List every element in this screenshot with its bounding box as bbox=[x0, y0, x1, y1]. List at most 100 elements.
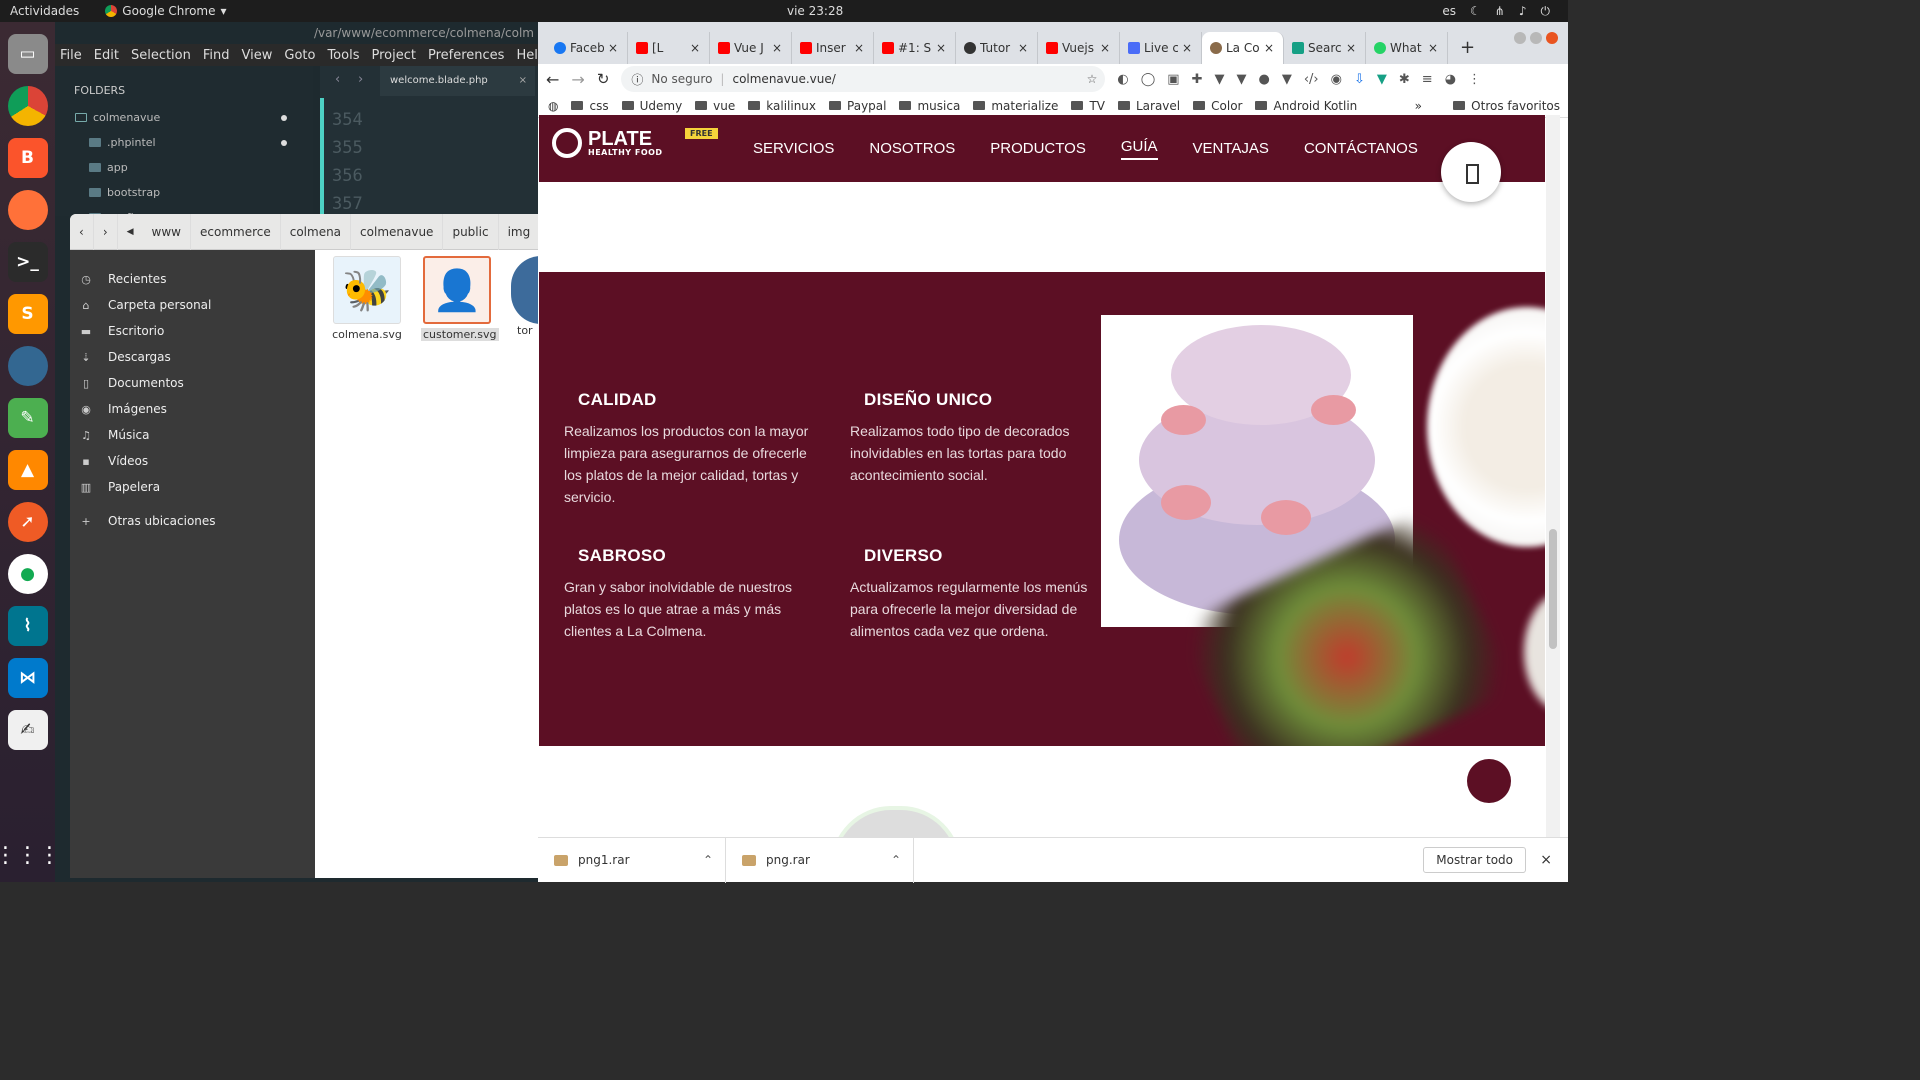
tree-item[interactable]: app bbox=[55, 155, 313, 180]
app-menu[interactable]: Google Chrome ▾ bbox=[105, 4, 227, 18]
nav-ventajas[interactable]: VENTAJAS bbox=[1193, 140, 1269, 157]
nav-contactanos[interactable]: CONTÁCTANOS bbox=[1304, 140, 1418, 157]
place-home[interactable]: ⌂ Carpeta personal bbox=[70, 292, 315, 318]
editor-tab[interactable]: welcome.blade.php × bbox=[380, 66, 535, 96]
breadcrumb-www[interactable]: www bbox=[143, 214, 191, 250]
show-apps-icon[interactable]: ⋮⋮⋮ bbox=[0, 843, 61, 868]
menu-view[interactable]: View bbox=[242, 48, 273, 63]
back-button[interactable]: ‹ bbox=[70, 214, 94, 250]
maximize-button[interactable] bbox=[1530, 32, 1542, 44]
bookmark-folder[interactable]: kalilinux bbox=[748, 99, 816, 113]
file-item[interactable]: tor bbox=[511, 256, 538, 337]
vue-devtools-icon[interactable]: ▼ bbox=[1237, 72, 1247, 87]
file-item[interactable]: 🐝 colmena.svg bbox=[331, 256, 403, 341]
breadcrumb-img[interactable]: img bbox=[499, 214, 538, 250]
kebab-menu-icon[interactable]: ⋮ bbox=[1468, 72, 1481, 87]
browser-tab[interactable]: Tutor × bbox=[956, 32, 1038, 64]
bookmarks-overflow-button[interactable]: » bbox=[1415, 99, 1422, 113]
place-videos[interactable]: ▪ Vídeos bbox=[70, 448, 315, 474]
bookmark-star-icon[interactable]: ☆ bbox=[1087, 72, 1098, 86]
activities-button[interactable]: Actividades bbox=[10, 4, 79, 18]
browser-tab[interactable]: Vuejs × bbox=[1038, 32, 1120, 64]
bookmark-folder[interactable]: musica bbox=[899, 99, 960, 113]
bookmark-folder[interactable]: Laravel bbox=[1117, 99, 1180, 113]
extension-icon[interactable]: ✚ bbox=[1192, 72, 1203, 87]
postgres-app-icon[interactable] bbox=[7, 346, 48, 386]
nav-guia[interactable]: GUÍA bbox=[1120, 138, 1158, 160]
clock[interactable]: vie 23:28 bbox=[787, 4, 843, 18]
bookmark-folder[interactable]: Android Kotlin bbox=[1255, 99, 1357, 113]
bookmark-folder[interactable]: materialize bbox=[973, 99, 1058, 113]
chevron-up-icon[interactable]: ⌃ bbox=[891, 853, 901, 867]
place-images[interactable]: ◉ Imágenes bbox=[70, 396, 315, 422]
tree-item[interactable]: bootstrap bbox=[55, 180, 313, 205]
forward-arrow-icon[interactable]: → bbox=[571, 70, 584, 89]
floating-circle-button[interactable] bbox=[1441, 142, 1501, 202]
close-window-button[interactable] bbox=[1546, 32, 1558, 44]
chevron-up-icon[interactable]: ⌃ bbox=[703, 853, 713, 867]
reload-icon[interactable]: ↻ bbox=[597, 70, 610, 88]
breadcrumb-ecommerce[interactable]: ecommerce bbox=[191, 214, 281, 250]
files-app-icon[interactable]: ▭ bbox=[7, 34, 48, 74]
tab-close-button[interactable]: × bbox=[936, 41, 946, 55]
mongodb-app-icon[interactable]: ● bbox=[7, 554, 48, 594]
minimize-button[interactable] bbox=[1514, 32, 1526, 44]
menu-goto[interactable]: Goto bbox=[284, 48, 315, 63]
site-logo[interactable]: PLATE HEALTHY FOOD FREE bbox=[552, 128, 718, 158]
download-arrow-icon[interactable]: ⇩ bbox=[1354, 72, 1365, 87]
reading-list-icon[interactable]: ≡ bbox=[1422, 72, 1433, 87]
nav-servicios[interactable]: SERVICIOS bbox=[753, 140, 834, 157]
forward-button[interactable]: › bbox=[94, 214, 118, 250]
menu-preferences[interactable]: Preferences bbox=[428, 48, 504, 63]
back-arrow-icon[interactable]: ← bbox=[546, 70, 559, 89]
menu-selection[interactable]: Selection bbox=[131, 48, 191, 63]
download-item[interactable]: png.rar ⌃ bbox=[726, 837, 914, 883]
menu-edit[interactable]: Edit bbox=[94, 48, 119, 63]
tab-close-button[interactable]: × bbox=[1346, 41, 1356, 55]
menu-find[interactable]: Find bbox=[203, 48, 230, 63]
tab-close-button[interactable]: × bbox=[519, 66, 527, 96]
file-item[interactable]: 👤 customer.svg bbox=[421, 256, 499, 341]
menu-project[interactable]: Project bbox=[371, 48, 415, 63]
scroll-left-icon[interactable]: ◀ bbox=[118, 214, 143, 250]
menu-file[interactable]: File bbox=[60, 48, 82, 63]
browser-tab[interactable]: Vue J × bbox=[710, 32, 792, 64]
breadcrumb-colmenavue[interactable]: colmenavue bbox=[351, 214, 444, 250]
browser-tab[interactable]: What × bbox=[1366, 32, 1448, 64]
extension-icon[interactable]: ▣ bbox=[1167, 72, 1179, 87]
tab-close-button[interactable]: × bbox=[772, 41, 782, 55]
tab-close-button[interactable]: × bbox=[1100, 41, 1110, 55]
tab-close-button[interactable]: × bbox=[1264, 41, 1274, 55]
terminal-app-icon[interactable]: >_ bbox=[7, 242, 48, 282]
browser-tab[interactable]: Live c × bbox=[1120, 32, 1202, 64]
breadcrumb-public[interactable]: public bbox=[443, 214, 499, 250]
brave-app-icon[interactable]: B bbox=[7, 138, 48, 178]
new-tab-button[interactable]: + bbox=[1448, 37, 1487, 64]
tab-close-button[interactable]: × bbox=[1018, 41, 1028, 55]
vue-devtools-icon[interactable]: ▼ bbox=[1215, 72, 1225, 87]
nav-nosotros[interactable]: NOSOTROS bbox=[869, 140, 955, 157]
info-icon[interactable]: ⓘ bbox=[631, 71, 643, 88]
address-bar[interactable]: ⓘ No seguro | colmenavue.vue/ ☆ bbox=[621, 66, 1106, 92]
tree-item[interactable]: .phpintel bbox=[55, 130, 313, 155]
url-text[interactable]: colmenavue.vue/ bbox=[732, 72, 835, 86]
bookmark-folder[interactable]: css bbox=[571, 99, 609, 113]
editor-app-icon[interactable]: ✎ bbox=[7, 398, 48, 438]
globe-icon[interactable]: ◍ bbox=[548, 99, 558, 113]
download-item[interactable]: png1.rar ⌃ bbox=[538, 837, 726, 883]
postman-app-icon[interactable]: ➚ bbox=[7, 502, 48, 542]
tab-close-button[interactable]: × bbox=[608, 41, 618, 55]
menu-tools[interactable]: Tools bbox=[327, 48, 359, 63]
place-recientes[interactable]: ◷ Recientes bbox=[70, 266, 315, 292]
breadcrumb-colmena[interactable]: colmena bbox=[281, 214, 352, 250]
vue-devtools-icon[interactable]: ▼ bbox=[1282, 72, 1292, 87]
language-indicator[interactable]: es bbox=[1442, 4, 1456, 18]
page-scrollbar[interactable] bbox=[1546, 115, 1560, 837]
sublime-app-icon[interactable]: S bbox=[7, 294, 48, 334]
place-music[interactable]: ♫ Música bbox=[70, 422, 315, 448]
tab-close-button[interactable]: × bbox=[1428, 41, 1438, 55]
firefox-app-icon[interactable] bbox=[7, 190, 48, 230]
vlc-app-icon[interactable]: ▲ bbox=[7, 450, 48, 490]
place-other[interactable]: + Otras ubicaciones bbox=[70, 508, 315, 534]
bookmark-folder[interactable]: Paypal bbox=[829, 99, 886, 113]
